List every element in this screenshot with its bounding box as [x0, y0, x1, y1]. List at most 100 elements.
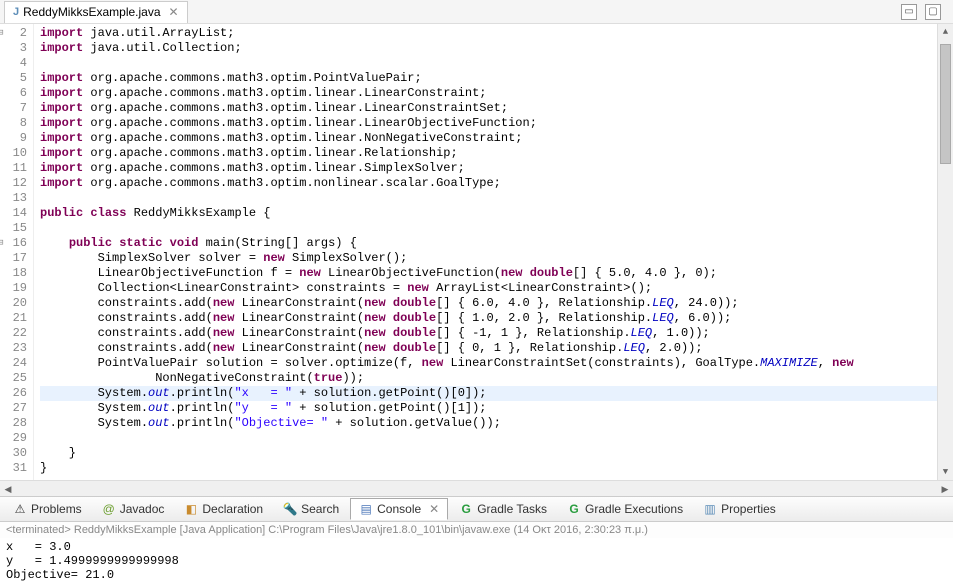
line-number: 16⊟: [0, 236, 27, 251]
line-number: 24: [0, 356, 27, 371]
code-line[interactable]: import java.util.ArrayList;: [40, 26, 937, 41]
code-line[interactable]: import java.util.Collection;: [40, 41, 937, 56]
close-icon[interactable]: ✕: [169, 5, 179, 19]
vertical-scrollbar[interactable]: ▲ ▼: [937, 24, 953, 480]
code-line[interactable]: System.out.println("y = " + solution.get…: [40, 401, 937, 416]
line-number: 19: [0, 281, 27, 296]
code-line[interactable]: constraints.add(new LinearConstraint(new…: [40, 341, 937, 356]
line-number: 11: [0, 161, 27, 176]
line-number: 4: [0, 56, 27, 71]
scroll-down-icon[interactable]: ▼: [938, 464, 953, 480]
code-line[interactable]: [40, 191, 937, 206]
line-number: 25: [0, 371, 27, 386]
tab-label: Javadoc: [120, 502, 165, 516]
maximize-view-icon[interactable]: ▢: [925, 4, 941, 20]
code-editor[interactable]: 2⊟345678910111213141516⊟1718192021222324…: [0, 24, 953, 480]
minimize-view-icon[interactable]: ▭: [901, 4, 917, 20]
code-line[interactable]: [40, 56, 937, 71]
code-line[interactable]: }: [40, 446, 937, 461]
code-line[interactable]: import org.apache.commons.math3.optim.li…: [40, 116, 937, 131]
code-line[interactable]: LinearObjectiveFunction f = new LinearOb…: [40, 266, 937, 281]
code-line[interactable]: constraints.add(new LinearConstraint(new…: [40, 311, 937, 326]
code-line[interactable]: public class ReddyMikksExample {: [40, 206, 937, 221]
tab-gradle-tasks[interactable]: G Gradle Tasks: [450, 498, 556, 520]
line-number: 2⊟: [0, 26, 27, 41]
code-line[interactable]: import org.apache.commons.math3.optim.li…: [40, 101, 937, 116]
line-number: 26: [0, 386, 27, 401]
code-line[interactable]: public static void main(String[] args) {: [40, 236, 937, 251]
console-header: <terminated> ReddyMikksExample [Java App…: [0, 522, 953, 538]
tab-console[interactable]: ▤ Console ✕: [350, 498, 448, 520]
code-line[interactable]: }: [40, 461, 937, 476]
line-number: 10: [0, 146, 27, 161]
code-line[interactable]: import org.apache.commons.math3.optim.no…: [40, 176, 937, 191]
code-line[interactable]: NonNegativeConstraint(true));: [40, 371, 937, 386]
console-icon: ▤: [359, 502, 373, 516]
tab-label: Search: [301, 502, 339, 516]
code-line[interactable]: constraints.add(new LinearConstraint(new…: [40, 326, 937, 341]
tab-label: Console: [377, 502, 421, 516]
scroll-thumb[interactable]: [940, 44, 951, 164]
line-number-gutter: 2⊟345678910111213141516⊟1718192021222324…: [0, 24, 34, 480]
line-number: 31: [0, 461, 27, 476]
code-line[interactable]: constraints.add(new LinearConstraint(new…: [40, 296, 937, 311]
tab-properties[interactable]: ▥ Properties: [694, 498, 785, 520]
tab-problems[interactable]: ⚠ Problems: [4, 498, 91, 520]
code-body[interactable]: import java.util.ArrayList;import java.u…: [34, 24, 937, 480]
line-number: 3: [0, 41, 27, 56]
line-number: 6: [0, 86, 27, 101]
declaration-icon: ◧: [184, 502, 198, 516]
code-line[interactable]: import org.apache.commons.math3.optim.li…: [40, 131, 937, 146]
line-number: 8: [0, 116, 27, 131]
tab-label: Problems: [31, 502, 82, 516]
gradle-icon: G: [567, 502, 581, 516]
code-line[interactable]: import org.apache.commons.math3.optim.li…: [40, 161, 937, 176]
problems-icon: ⚠: [13, 502, 27, 516]
editor-tab-label: ReddyMikksExample.java: [23, 5, 160, 19]
line-number: 12: [0, 176, 27, 191]
tab-search[interactable]: 🔦 Search: [274, 498, 348, 520]
line-number: 18: [0, 266, 27, 281]
line-number: 29: [0, 431, 27, 446]
line-number: 27: [0, 401, 27, 416]
tab-label: Gradle Tasks: [477, 502, 547, 516]
fold-collapse-icon[interactable]: ⊟: [0, 26, 3, 41]
code-line[interactable]: [40, 221, 937, 236]
gradle-icon: G: [459, 502, 473, 516]
tab-javadoc[interactable]: @ Javadoc: [93, 498, 174, 520]
tab-gradle-executions[interactable]: G Gradle Executions: [558, 498, 692, 520]
java-file-icon: J: [13, 6, 19, 18]
console-output[interactable]: x = 3.0 y = 1.4999999999999998 Objective…: [0, 538, 953, 588]
scroll-left-icon[interactable]: ◀: [0, 481, 16, 496]
line-number: 5: [0, 71, 27, 86]
code-line[interactable]: Collection<LinearConstraint> constraints…: [40, 281, 937, 296]
line-number: 14: [0, 206, 27, 221]
horizontal-scrollbar[interactable]: ◀ ▶: [0, 480, 953, 496]
close-icon[interactable]: ✕: [429, 502, 439, 516]
code-line[interactable]: SimplexSolver solver = new SimplexSolver…: [40, 251, 937, 266]
tab-declaration[interactable]: ◧ Declaration: [175, 498, 272, 520]
code-line[interactable]: import org.apache.commons.math3.optim.li…: [40, 86, 937, 101]
line-number: 23: [0, 341, 27, 356]
code-line[interactable]: System.out.println("x = " + solution.get…: [40, 386, 937, 401]
scroll-up-icon[interactable]: ▲: [938, 24, 953, 40]
console-launch-info: <terminated> ReddyMikksExample [Java App…: [6, 524, 648, 536]
code-line[interactable]: import org.apache.commons.math3.optim.Po…: [40, 71, 937, 86]
code-line[interactable]: import org.apache.commons.math3.optim.li…: [40, 146, 937, 161]
code-line[interactable]: PointValuePair solution = solver.optimiz…: [40, 356, 937, 371]
line-number: 28: [0, 416, 27, 431]
tab-label: Gradle Executions: [585, 502, 683, 516]
code-line[interactable]: [40, 431, 937, 446]
search-icon: 🔦: [283, 502, 297, 516]
line-number: 15: [0, 221, 27, 236]
fold-collapse-icon[interactable]: ⊟: [0, 236, 3, 251]
line-number: 17: [0, 251, 27, 266]
editor-tab-bar: J ReddyMikksExample.java ✕ ▭ ▢: [0, 0, 953, 24]
scroll-right-icon[interactable]: ▶: [937, 481, 953, 496]
line-number: 21: [0, 311, 27, 326]
tab-label: Properties: [721, 502, 776, 516]
code-line[interactable]: System.out.println("Objective= " + solut…: [40, 416, 937, 431]
line-number: 30: [0, 446, 27, 461]
editor-tab[interactable]: J ReddyMikksExample.java ✕: [4, 1, 188, 23]
line-number: 7: [0, 101, 27, 116]
